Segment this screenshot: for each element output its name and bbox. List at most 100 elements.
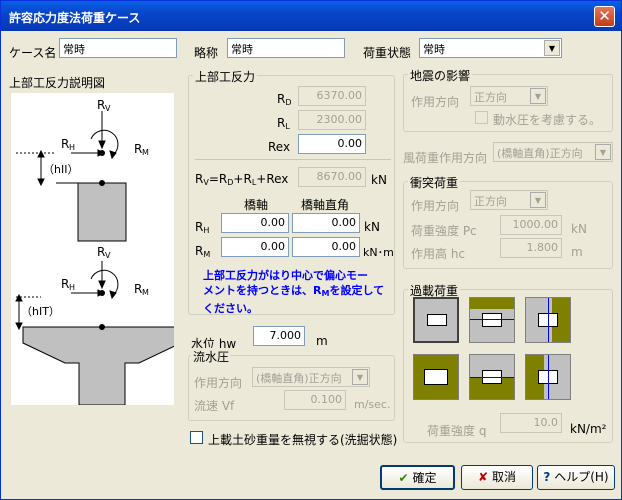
flow-dir-label: 作用方向 [194,376,243,390]
reaction-note: 上部工反力がはり中心で偏心モー メントを持つときは、RMを設定して ください。 [203,268,384,316]
reaction-divider [195,159,391,160]
surcharge-pattern-left[interactable] [525,354,571,400]
note-line-1: 上部工反力がはり中心で偏心モー [203,269,368,282]
note-line-2: メントを持つときは、RMを設定して [203,284,385,298]
col-axis-header: 橋軸 [244,198,269,212]
rex-input[interactable]: 0.00 [298,134,366,154]
collision-hc-label: 作用高 hc [411,247,466,261]
rl-input[interactable]: 2300.00 [298,110,366,130]
rm-unit: kN･m [363,246,394,259]
rm-axis-input[interactable]: 0.00 [221,237,289,257]
seismic-group-title: 地震の影響 [408,67,473,84]
x-mark-icon: ✘ [478,470,489,484]
load-state-value: 常時 [423,43,445,56]
collision-hc-unit: m [571,245,583,259]
seismic-dir-select[interactable]: 正方向 ▼ [470,86,548,106]
collision-hc-input[interactable]: 1.800 [500,238,562,258]
cancel-button[interactable]: ✘ 取消 [461,465,533,490]
chevron-down-icon: ▼ [352,369,368,385]
surcharge-pattern-none[interactable] [413,297,459,343]
col-perp-header: 橋軸直角 [301,198,350,212]
rh-axis-input[interactable]: 0.00 [221,213,289,233]
load-state-label: 荷重状態 [363,46,412,60]
chevron-down-icon: ▼ [530,88,546,104]
dialog-window: 許容応力度法荷重ケース ✕ ケース名 常時 略称 常時 荷重状態 常時 ▼ 上部… [0,0,622,500]
diagram-hit-label: （hIT） [21,305,60,318]
rv-input[interactable]: 8670.00 [298,167,366,187]
abbr-label: 略称 [194,46,219,60]
help-button[interactable]: ? ヘルプ(H) [537,465,615,490]
flow-dir-value: (橋軸直角)正方向 [256,372,342,385]
help-button-label: ヘルプ(H) [554,470,609,484]
flow-speed-label: 流速 Vf [194,399,235,413]
cancel-button-label: 取消 [491,470,516,484]
flow-group-title: 流水圧 [191,348,232,365]
collision-dir-select[interactable]: 正方向 ▼ [470,190,548,210]
rd-label: RD [277,92,292,107]
case-name-label: ケース名 [9,46,57,60]
chevron-down-icon: ▼ [530,192,546,208]
collision-pc-input[interactable]: 1000.00 [500,215,562,235]
collision-pc-unit: kN [571,222,587,236]
collision-group-title: 衝突荷重 [408,174,461,191]
dynamic-water-checkbox[interactable] [475,111,488,124]
rv-unit: kN [371,173,387,187]
diagram-rv-bottom-sub: V [105,251,111,260]
seismic-dir-label: 作用方向 [411,95,460,109]
rm-label: RM [195,244,211,259]
water-level-input[interactable]: 7.000 [253,326,305,346]
surcharge-q-input[interactable]: 10.0 [500,413,562,433]
collision-dir-label: 作用方向 [411,199,460,213]
pier-shaft-top [77,182,127,242]
case-name-input[interactable]: 常時 [59,38,177,58]
diagram-rm-top-sub: M [142,148,149,157]
close-button[interactable]: ✕ [594,6,615,27]
chevron-down-icon: ▼ [595,144,611,160]
diagram-rv-top-sub: V [105,104,111,113]
title-bar: 許容応力度法荷重ケース ✕ [1,1,621,31]
load-state-select[interactable]: 常時 ▼ [419,38,562,58]
flow-speed-unit: m/sec. [354,398,391,411]
water-level-unit: m [316,334,328,348]
wind-dir-label: 風荷重作用方向 [403,151,488,165]
rm-perp-input[interactable]: 0.00 [292,237,360,257]
diagram-rm-bottom-sub: M [142,288,149,297]
surcharge-pattern-all[interactable] [413,354,459,400]
rh-unit: kN [364,220,380,234]
wind-dir-select[interactable]: (橋軸直角)正方向 ▼ [493,142,613,162]
rex-label: Rex [268,140,291,154]
help-icon: ? [543,470,551,484]
flow-dir-select[interactable]: (橋軸直角)正方向 ▼ [252,367,370,387]
rv-formula: RV=RD+RL+Rex [195,172,289,187]
chevron-down-icon: ▼ [544,40,560,56]
rd-input[interactable]: 6370.00 [298,86,366,106]
note-line-3: ください。 [203,302,258,315]
ignore-soil-checkbox[interactable] [190,431,203,444]
rh-label: RH [195,220,210,235]
diagram-rh-bottom-sub: H [69,283,75,292]
surcharge-q-label: 荷重強度 q [427,424,487,438]
diagram-hii-label: （hII） [43,163,78,176]
diagram-panel: R V R H R M （hII） R V R H R M （hIT） [11,93,182,406]
pier-shaft-bottom [22,326,182,406]
surcharge-pattern-back[interactable] [469,354,515,400]
dynamic-water-label: 動水圧を考慮する。 [493,113,602,127]
rh-perp-input[interactable]: 0.00 [292,213,360,233]
flow-speed-input[interactable]: 0.100 [284,390,346,410]
diagram-rh-top-sub: H [69,143,75,152]
wind-dir-value: (橋軸直角)正方向 [497,147,583,160]
checkmark-icon: ✔ [398,471,409,485]
pier-diagram: R V R H R M （hII） R V R H R M （hIT） [15,98,182,406]
abbr-input[interactable]: 常時 [227,38,345,58]
collision-dir-value: 正方向 [474,195,507,208]
surcharge-pattern-front[interactable] [469,297,515,343]
ok-button[interactable]: ✔ 確定 [380,465,455,490]
window-title: 許容応力度法荷重ケース [9,11,141,25]
seismic-dir-value: 正方向 [474,91,507,104]
diagram-title: 上部工反力説明図 [9,76,106,90]
surcharge-pattern-right[interactable] [525,297,571,343]
surcharge-q-unit: kN/m² [570,422,607,436]
collision-pc-label: 荷重強度 Pc [411,224,477,238]
reaction-group-title: 上部工反力 [193,68,258,85]
ignore-soil-label: 上載土砂重量を無視する(洗掘状態) [208,433,398,447]
